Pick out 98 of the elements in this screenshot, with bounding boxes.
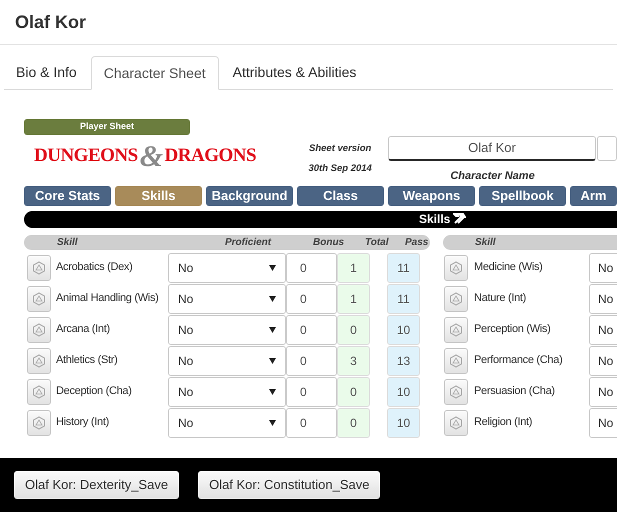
proficient-select[interactable]: No: [589, 408, 617, 438]
section-button[interactable]: Weapons: [388, 186, 475, 206]
roll-button[interactable]: [444, 410, 468, 436]
skill-name: Acrobatics (Dex): [55, 260, 134, 276]
roll-button[interactable]: [27, 378, 51, 404]
column-header: Skill: [474, 236, 496, 250]
proficient-select[interactable]: No: [589, 284, 617, 314]
sheet-version-label: Sheet version: [309, 142, 372, 156]
roll-button[interactable]: [444, 254, 468, 280]
bonus-field[interactable]: 0: [286, 408, 337, 438]
skill-name: Perception (Wis): [473, 322, 552, 338]
proficient-select[interactable]: No: [589, 314, 617, 344]
column-header: Pass: [404, 236, 429, 250]
roll-button[interactable]: [27, 286, 51, 312]
section-button[interactable]: Class: [297, 186, 384, 206]
section-title-bar: Skills: [24, 210, 617, 228]
skill-name: Religion (Int): [473, 415, 534, 430]
total-field: 0: [337, 314, 370, 344]
total-field: 0: [337, 408, 370, 438]
pass-field: 11: [387, 284, 420, 314]
total-field: 3: [337, 346, 370, 376]
skill-name: Deception (Cha): [55, 384, 133, 400]
caret-icon: [269, 388, 276, 395]
die-icon: [449, 292, 463, 306]
input-field[interactable]: [597, 136, 617, 161]
roll-button[interactable]: [444, 378, 468, 404]
section-button[interactable]: Background: [206, 186, 293, 206]
total-field: 1: [337, 252, 370, 282]
skill-name: Performance (Cha): [473, 353, 564, 368]
roll-button[interactable]: [444, 286, 468, 312]
die-icon: [32, 322, 46, 336]
proficient-select[interactable]: No: [168, 284, 286, 314]
total-field: 1: [337, 284, 370, 314]
tab[interactable]: Character Sheet: [90, 56, 219, 90]
game-logo: DUNGEONS&DRAGONS: [33, 138, 258, 174]
bonus-field[interactable]: 0: [286, 346, 337, 376]
die-icon: [32, 416, 46, 430]
die-icon: [32, 384, 46, 398]
die-icon: [449, 416, 463, 430]
skill-name: Animal Handling (Wis): [55, 291, 160, 306]
skill-name: History (Int): [55, 415, 110, 430]
column-header: Proficient: [224, 236, 272, 250]
pass-field: 10: [387, 376, 420, 406]
proficient-select[interactable]: No: [168, 346, 286, 376]
proficient-select[interactable]: No: [589, 376, 617, 406]
die-icon: [32, 260, 46, 274]
bonus-field[interactable]: 0: [286, 252, 337, 282]
proficient-select[interactable]: No: [168, 314, 286, 344]
column-header: Total: [364, 236, 390, 250]
die-icon: [32, 354, 46, 368]
proficient-select[interactable]: No: [168, 376, 286, 406]
pass-field: 10: [387, 314, 420, 344]
roll-button[interactable]: [444, 348, 468, 374]
caret-icon: [269, 419, 276, 426]
caret-icon: [269, 357, 276, 364]
section-button[interactable]: Arm: [570, 186, 617, 206]
tab[interactable]: Bio & Info: [4, 56, 89, 89]
proficient-select[interactable]: No: [168, 408, 286, 438]
sheet-version-date: 30th Sep 2014: [308, 162, 372, 176]
skill-name: Persuasion (Cha): [473, 384, 556, 400]
proficient-select[interactable]: No: [589, 346, 617, 376]
proficient-select[interactable]: No: [168, 252, 286, 282]
section-button[interactable]: Spellbook: [479, 186, 566, 206]
bonus-field[interactable]: 0: [286, 284, 337, 314]
roll-button[interactable]: [27, 410, 51, 436]
total-field: 0: [337, 376, 370, 406]
die-icon: [449, 384, 463, 398]
tab[interactable]: Attributes & Abilities: [220, 56, 368, 89]
caret-icon: [269, 264, 276, 271]
section-button[interactable]: Core Stats: [24, 186, 111, 206]
macro-button[interactable]: Olaf Kor: Constitution_Save: [198, 471, 380, 499]
die-icon: [449, 322, 463, 336]
window-title: Olaf Kor: [15, 10, 86, 34]
macro-button[interactable]: Olaf Kor: Dexterity_Save: [14, 471, 180, 499]
caret-icon: [269, 295, 276, 302]
roll-button[interactable]: [444, 316, 468, 342]
sheet-label: Player Sheet: [24, 119, 190, 135]
roll-button[interactable]: [27, 254, 51, 280]
roll-button[interactable]: [27, 316, 51, 342]
caret-icon: [269, 326, 276, 333]
proficient-select[interactable]: No: [589, 252, 617, 282]
skill-name: Nature (Int): [473, 291, 528, 306]
pass-field: 11: [387, 252, 420, 282]
die-icon: [449, 354, 463, 368]
skill-name: Arcana (Int): [55, 322, 111, 338]
pass-field: 10: [387, 408, 420, 438]
bonus-field[interactable]: 0: [286, 314, 337, 344]
character-name-field[interactable]: Olaf Kor: [388, 136, 596, 161]
column-header: Skill: [56, 236, 79, 250]
field-label: Character Name: [450, 169, 535, 184]
skill-name: Athletics (Str): [55, 353, 119, 368]
skill-name: Medicine (Wis): [473, 260, 544, 276]
roll-button[interactable]: [27, 348, 51, 374]
column-header: Bonus: [312, 236, 346, 250]
bonus-field[interactable]: 0: [286, 376, 337, 406]
die-icon: [32, 292, 46, 306]
pass-field: 13: [387, 346, 420, 376]
die-icon: [449, 260, 463, 274]
